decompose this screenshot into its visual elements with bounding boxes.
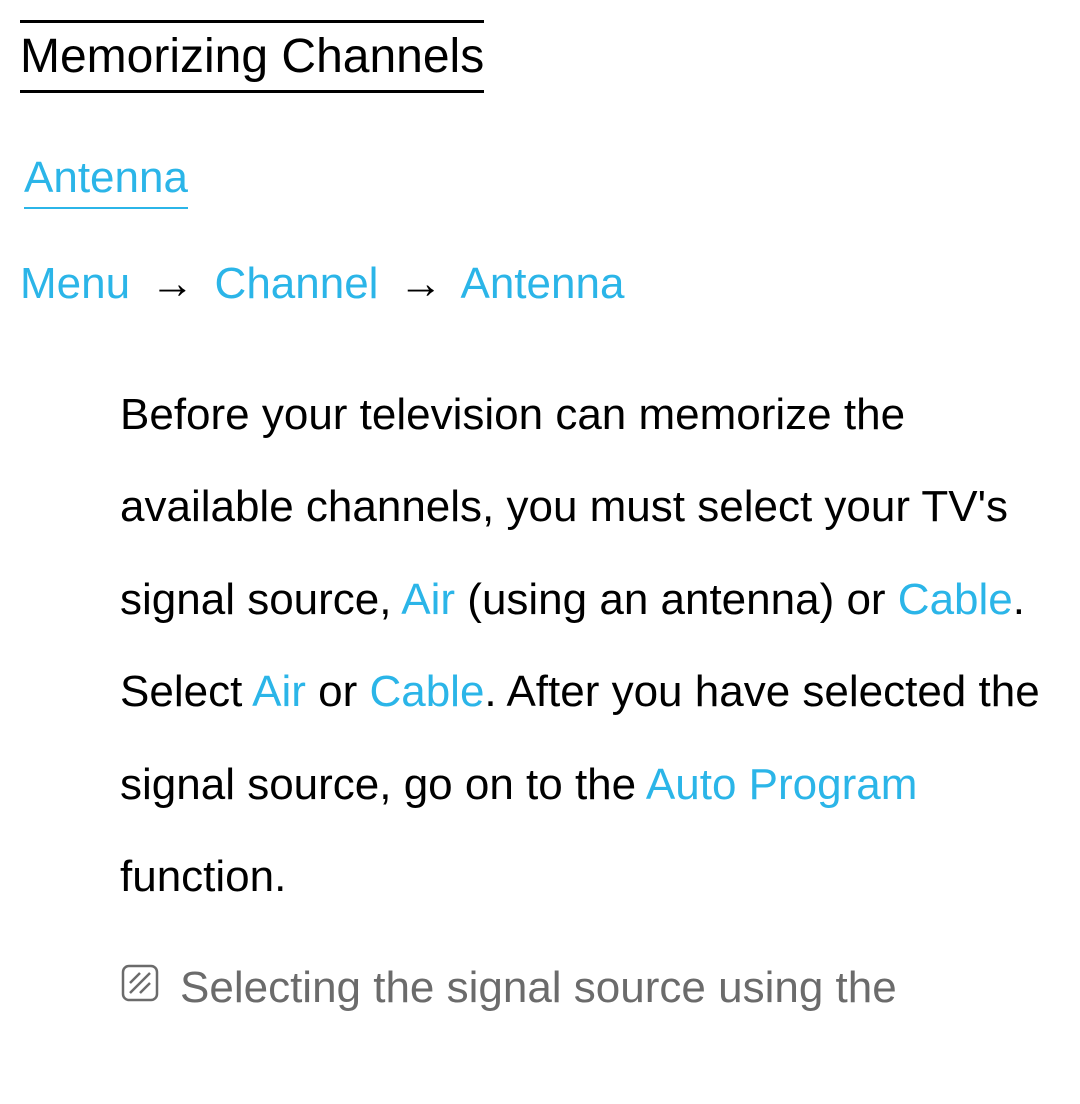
note-text: Selecting the signal source using the xyxy=(180,953,897,1023)
breadcrumb-arrow: → xyxy=(399,259,443,308)
body-text: or xyxy=(306,667,370,716)
body-text: (using an antenna) or xyxy=(455,575,898,624)
body-paragraph: Before your television can memorize the … xyxy=(20,369,1060,923)
note-icon xyxy=(120,963,160,1008)
breadcrumb-antenna: Antenna xyxy=(460,259,624,308)
air-label: Air xyxy=(252,667,306,716)
body-text: function. xyxy=(120,852,286,901)
breadcrumb: Menu → Channel → Antenna xyxy=(20,259,1060,309)
breadcrumb-arrow: → xyxy=(150,259,194,308)
page-title: Memorizing Channels xyxy=(20,20,484,93)
cable-label: Cable xyxy=(898,575,1013,624)
cable-label: Cable xyxy=(369,667,484,716)
auto-program-label: Auto Program xyxy=(646,760,917,809)
breadcrumb-menu: Menu xyxy=(20,259,130,308)
section-subtitle: Antenna xyxy=(24,153,188,209)
air-label: Air xyxy=(401,575,455,624)
breadcrumb-channel: Channel xyxy=(215,259,379,308)
note-row: Selecting the signal source using the xyxy=(20,953,1060,1023)
